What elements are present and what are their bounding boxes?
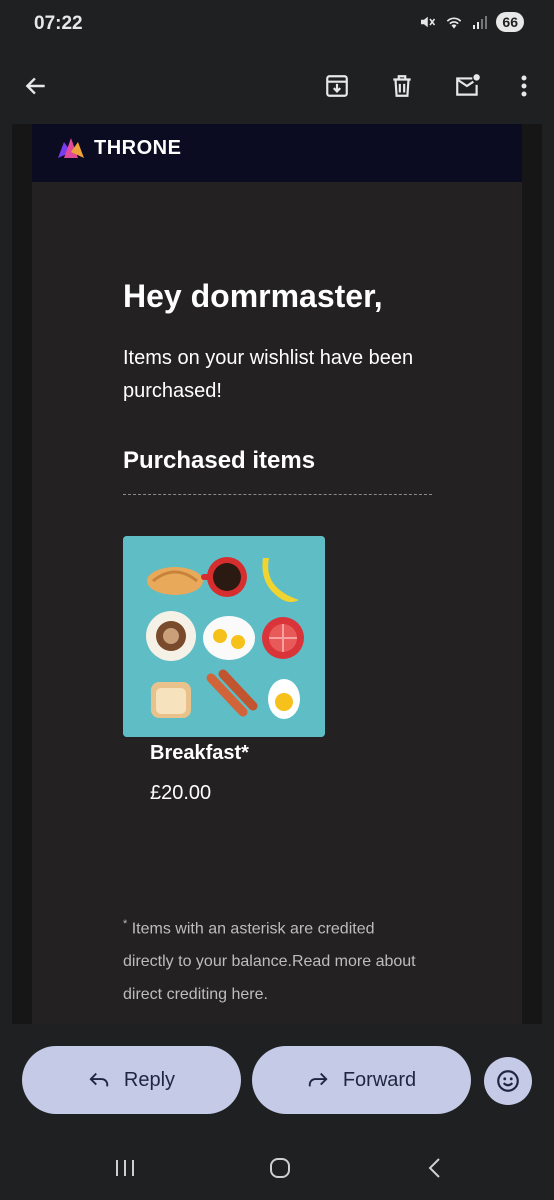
app-bar bbox=[0, 50, 554, 124]
reply-button[interactable]: Reply bbox=[22, 1046, 241, 1114]
system-back-button[interactable] bbox=[415, 1150, 455, 1186]
brand-name: THRONE bbox=[94, 136, 182, 159]
mute-icon bbox=[421, 16, 436, 28]
footnote-body: Items with an asterisk are credited dire… bbox=[123, 920, 416, 1004]
home-icon bbox=[270, 1158, 290, 1178]
signal-icon bbox=[473, 16, 488, 29]
battery-indicator: 66 bbox=[496, 12, 524, 32]
throne-crown-icon bbox=[58, 138, 84, 158]
status-icons: 66 bbox=[418, 12, 524, 32]
archive-button[interactable] bbox=[315, 64, 359, 108]
back-button[interactable] bbox=[14, 64, 58, 108]
product-card[interactable]: Breakfast* £20.00 bbox=[123, 536, 325, 804]
recent-apps-button[interactable] bbox=[105, 1150, 145, 1186]
system-nav-bar bbox=[0, 1134, 554, 1200]
product-name: Breakfast* bbox=[150, 742, 249, 764]
brand-logo[interactable]: THRONE bbox=[56, 136, 181, 160]
more-options-button[interactable] bbox=[502, 64, 546, 108]
forward-icon bbox=[308, 1072, 328, 1087]
forward-button[interactable]: Forward bbox=[252, 1046, 471, 1114]
recent-apps-icon bbox=[116, 1160, 134, 1176]
emoji-reaction-button[interactable] bbox=[484, 1057, 532, 1105]
greeting-heading: Hey domrmaster, bbox=[123, 278, 383, 314]
footnote-text: * Items with an asterisk are credited di… bbox=[123, 908, 423, 1011]
purchased-items-heading: Purchased items bbox=[123, 447, 316, 474]
delete-icon bbox=[393, 75, 411, 97]
email-card: THRONE Hey domrmaster, Items on your wis… bbox=[32, 124, 522, 1024]
product-price: £20.00 bbox=[150, 782, 212, 804]
intro-text: Items on your wishlist have been purchas… bbox=[123, 347, 414, 402]
action-bar: Reply Forward bbox=[0, 1024, 554, 1134]
breakfast-image bbox=[123, 536, 325, 737]
status-bar: 07:22 66 bbox=[0, 0, 554, 50]
email-content[interactable]: THRONE Hey domrmaster, Items on your wis… bbox=[12, 124, 542, 1024]
reply-icon bbox=[89, 1072, 109, 1087]
more-options-icon bbox=[521, 75, 527, 97]
brand-header: THRONE bbox=[32, 124, 522, 182]
status-time: 07:22 bbox=[34, 13, 83, 34]
archive-icon bbox=[326, 75, 348, 97]
forward-label: Forward bbox=[342, 1068, 417, 1091]
dashed-divider bbox=[123, 494, 432, 495]
home-button[interactable] bbox=[260, 1150, 300, 1186]
back-arrow-icon bbox=[25, 77, 45, 95]
mark-unread-button[interactable] bbox=[446, 64, 490, 108]
wifi-icon bbox=[447, 17, 462, 29]
chevron-left-icon bbox=[428, 1158, 440, 1178]
delete-button[interactable] bbox=[380, 64, 424, 108]
mark-unread-icon bbox=[456, 74, 480, 96]
emoji-icon bbox=[497, 1070, 519, 1092]
reply-label: Reply bbox=[123, 1068, 176, 1091]
